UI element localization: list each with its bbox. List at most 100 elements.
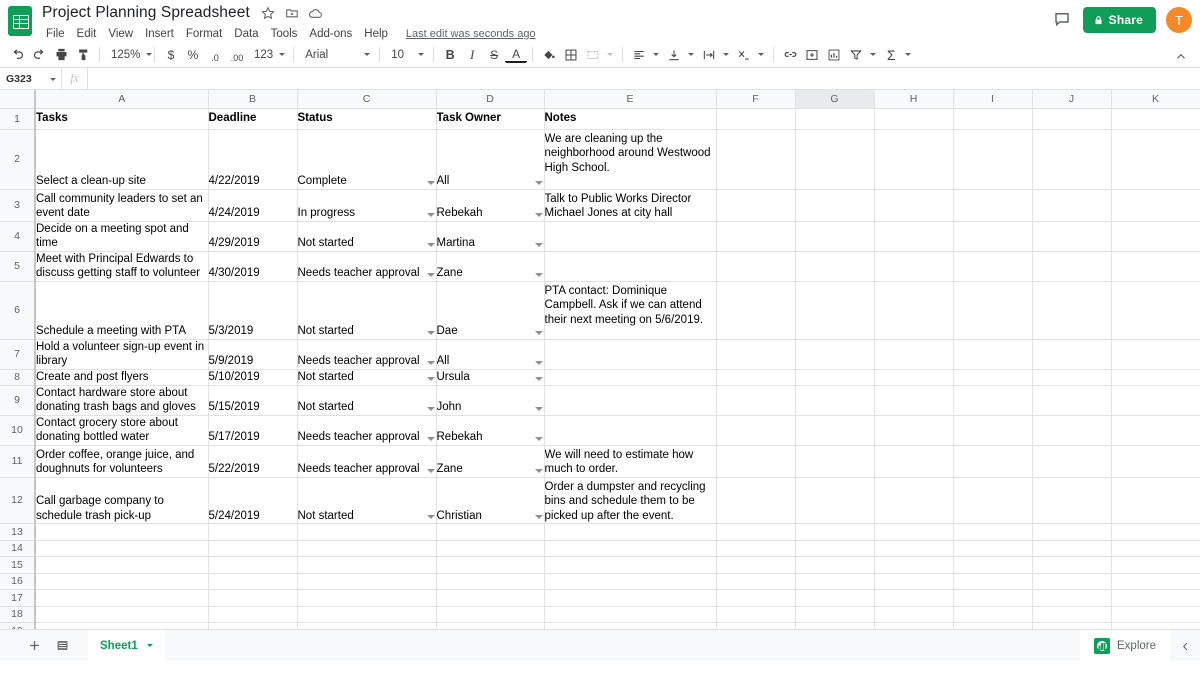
dropdown-arrow-icon[interactable] [535, 361, 543, 365]
cell-k1[interactable] [1111, 108, 1200, 129]
paint-format-icon[interactable] [72, 44, 94, 66]
cell-deadline[interactable]: 4/24/2019 [208, 189, 297, 221]
table-row[interactable]: 4 Decide on a meeting spot and time 4/29… [0, 221, 1200, 251]
cell-g[interactable] [795, 606, 874, 623]
cell-h[interactable] [874, 415, 953, 445]
text-rotation-icon[interactable] [733, 44, 755, 66]
add-sheet-icon[interactable] [22, 634, 46, 658]
cell-a1[interactable]: Tasks [35, 108, 208, 129]
row-header-4[interactable]: 4 [0, 221, 35, 251]
cell-a[interactable] [35, 557, 208, 574]
cell-notes[interactable] [544, 415, 716, 445]
cell-i[interactable] [953, 606, 1032, 623]
dropdown-arrow-icon[interactable] [427, 273, 435, 277]
dropdown-arrow-icon[interactable] [535, 213, 543, 217]
cell-notes[interactable]: Order a dumpster and recycling bins and … [544, 477, 716, 524]
cell-i[interactable] [953, 385, 1032, 415]
column-header-i[interactable]: I [953, 90, 1032, 108]
cell-a[interactable] [35, 540, 208, 557]
cell-k[interactable] [1111, 415, 1200, 445]
cell-deadline[interactable]: 5/17/2019 [208, 415, 297, 445]
cell-status[interactable]: Not started [297, 385, 436, 415]
column-header-g[interactable]: G [795, 90, 874, 108]
column-header-b[interactable]: B [208, 90, 297, 108]
print-icon[interactable] [50, 44, 72, 66]
cell-i[interactable] [953, 557, 1032, 574]
text-wrapping-icon[interactable] [698, 44, 720, 66]
cell-i[interactable] [953, 590, 1032, 607]
cell-d[interactable] [436, 524, 544, 541]
cell-h[interactable] [874, 385, 953, 415]
cell-k[interactable] [1111, 540, 1200, 557]
cell-c[interactable] [297, 540, 436, 557]
dropdown-arrow-icon[interactable] [427, 181, 435, 185]
cell-notes[interactable]: We are cleaning up the neighborhood arou… [544, 129, 716, 189]
cell-i1[interactable] [953, 108, 1032, 129]
cell-owner[interactable]: Zane [436, 251, 544, 281]
table-row[interactable]: 16 [0, 573, 1200, 590]
cell-f[interactable] [716, 369, 795, 385]
cell-i[interactable] [953, 540, 1032, 557]
explore-button[interactable]: Explore [1080, 630, 1170, 661]
chevron-down-icon[interactable] [364, 53, 370, 56]
cell-owner[interactable]: All [436, 129, 544, 189]
cell-g[interactable] [795, 524, 874, 541]
cell-g[interactable] [795, 281, 874, 339]
cell-notes[interactable] [544, 369, 716, 385]
chevron-down-icon[interactable] [653, 53, 659, 56]
cell-f[interactable] [716, 339, 795, 369]
cell-deadline[interactable]: 5/9/2019 [208, 339, 297, 369]
cell-h[interactable] [874, 339, 953, 369]
select-all-corner[interactable] [0, 90, 35, 108]
cell-notes[interactable] [544, 385, 716, 415]
cell-status[interactable]: Complete [297, 129, 436, 189]
cell-g[interactable] [795, 189, 874, 221]
cell-d[interactable] [436, 540, 544, 557]
dropdown-arrow-icon[interactable] [535, 407, 543, 411]
cell-f[interactable] [716, 606, 795, 623]
cell-j[interactable] [1032, 281, 1111, 339]
cell-j1[interactable] [1032, 108, 1111, 129]
cell-owner[interactable]: Christian [436, 477, 544, 524]
cell-h[interactable] [874, 524, 953, 541]
table-row[interactable]: 17 [0, 590, 1200, 607]
cell-g1[interactable] [795, 108, 874, 129]
filter-icon[interactable] [845, 44, 867, 66]
dropdown-arrow-icon[interactable] [427, 243, 435, 247]
row-header-2[interactable]: 2 [0, 129, 35, 189]
cell-e1[interactable]: Notes [544, 108, 716, 129]
cell-f[interactable] [716, 524, 795, 541]
cell-owner[interactable]: All [436, 339, 544, 369]
cell-i[interactable] [953, 415, 1032, 445]
cell-g[interactable] [795, 477, 874, 524]
cell-f[interactable] [716, 221, 795, 251]
row-header-8[interactable]: 8 [0, 369, 35, 385]
cell-i[interactable] [953, 524, 1032, 541]
cell-h[interactable] [874, 606, 953, 623]
cell-e[interactable] [544, 606, 716, 623]
cell-d1[interactable]: Task Owner [436, 108, 544, 129]
dropdown-arrow-icon[interactable] [427, 361, 435, 365]
table-row[interactable]: 2 Select a clean-up site 4/22/2019 Compl… [0, 129, 1200, 189]
cell-k[interactable] [1111, 606, 1200, 623]
menu-item-insert[interactable]: Insert [139, 26, 180, 42]
zoom-selector[interactable]: 125% [105, 44, 149, 66]
cell-g[interactable] [795, 385, 874, 415]
cell-j[interactable] [1032, 251, 1111, 281]
cell-task[interactable]: Call garbage company to schedule trash p… [35, 477, 208, 524]
cell-h[interactable] [874, 189, 953, 221]
avatar[interactable]: T [1166, 7, 1192, 33]
bold-button[interactable]: B [439, 44, 461, 66]
increase-decimal-button[interactable]: .00 [226, 44, 248, 66]
cell-task[interactable]: Schedule a meeting with PTA [35, 281, 208, 339]
column-header-h[interactable]: H [874, 90, 953, 108]
cell-k[interactable] [1111, 477, 1200, 524]
cell-k[interactable] [1111, 369, 1200, 385]
cell-j[interactable] [1032, 524, 1111, 541]
name-box[interactable]: G323 [0, 68, 62, 90]
cell-owner[interactable]: Ursula [436, 369, 544, 385]
cell-f[interactable] [716, 281, 795, 339]
cell-j[interactable] [1032, 129, 1111, 189]
cell-g[interactable] [795, 129, 874, 189]
column-header-k[interactable]: K [1111, 90, 1200, 108]
